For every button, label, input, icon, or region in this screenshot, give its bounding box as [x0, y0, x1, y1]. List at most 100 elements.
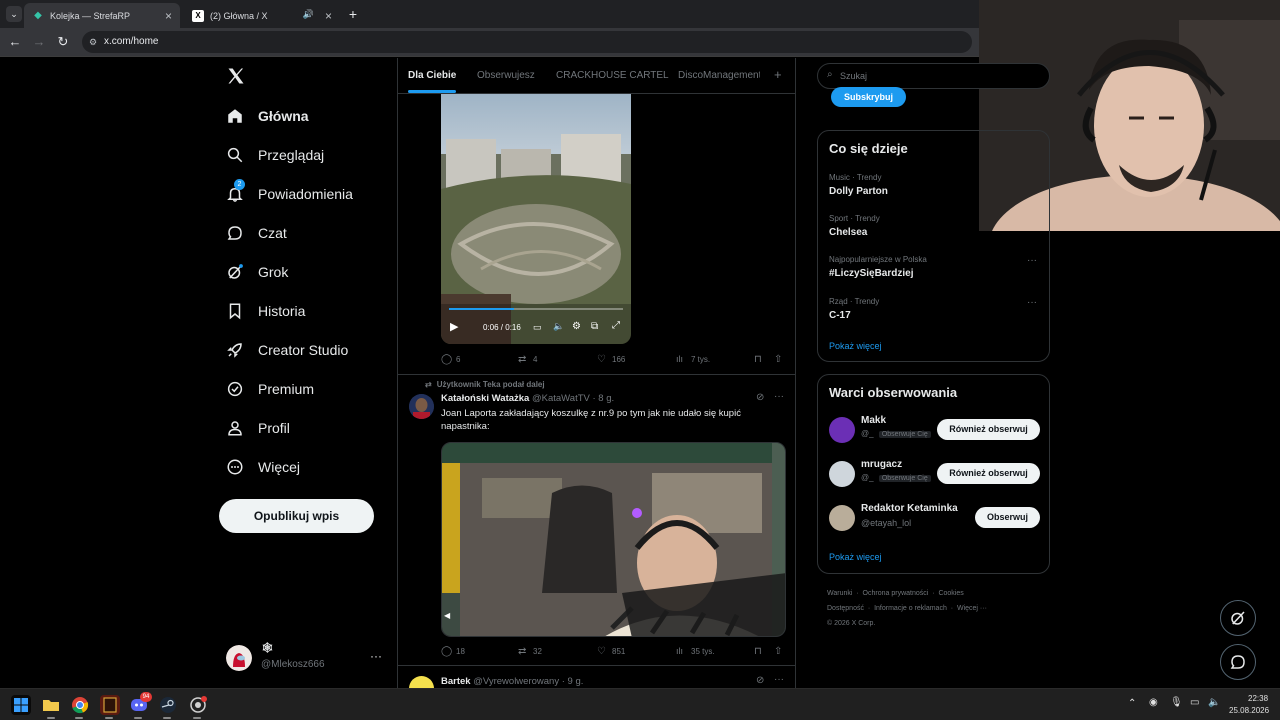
share-icon[interactable]: ⇧	[774, 646, 782, 657]
nav-item-chat[interactable]: Czat	[226, 218, 287, 248]
browser-tab-strefarp[interactable]: ◆ Kolejka — StrefaRP ×	[24, 3, 180, 28]
author-handle[interactable]: @KataWatTV	[532, 393, 590, 404]
follow-back-button[interactable]: Również obserwuj	[937, 463, 1040, 484]
messages-floating-button[interactable]	[1220, 644, 1256, 680]
video-play-indicator-icon[interactable]: ◀	[444, 611, 450, 620]
steam-icon[interactable]	[158, 695, 178, 715]
captions-icon[interactable]: ▭	[533, 322, 542, 333]
chrome-icon[interactable]	[70, 695, 90, 715]
nav-item-more[interactable]: Więcej	[226, 452, 300, 482]
views-icon[interactable]: ılı	[676, 354, 683, 364]
post-time[interactable]: · 8 g.	[593, 393, 615, 404]
post-button[interactable]: Opublikuj wpis	[219, 499, 374, 533]
nav-item-home[interactable]: Główna	[226, 101, 309, 131]
nav-item-explore[interactable]: Przeglądaj	[226, 140, 324, 170]
nav-item-profile[interactable]: Profil	[226, 413, 290, 443]
settings-gear-icon[interactable]: ⚙	[572, 321, 581, 332]
show-hidden-icons-chevron-icon[interactable]: ⌃	[1128, 698, 1136, 709]
author-handle[interactable]: @Vyrewolwerowany	[473, 676, 559, 687]
reply-icon[interactable]: ◯	[441, 354, 452, 365]
new-tab-button[interactable]: +	[345, 6, 361, 22]
post-more-icon[interactable]: ···	[774, 674, 784, 685]
app-icon[interactable]	[188, 695, 208, 715]
clock-date[interactable]: 25.08.2026	[1229, 706, 1269, 715]
post-video[interactable]: ◀	[441, 442, 786, 637]
network-icon[interactable]: ▭	[1190, 697, 1199, 708]
add-tab-icon[interactable]: +	[774, 67, 782, 82]
pip-icon[interactable]: ⧉	[591, 321, 598, 332]
account-switcher[interactable]: 🕸 @Mlekosz666 ···	[226, 643, 396, 673]
trend-item[interactable]: Najpopularniejsze w Polska #LiczySięBard…	[829, 255, 927, 279]
footer-link-privacy[interactable]: Ochrona prywatności	[863, 590, 929, 597]
like-icon[interactable]: ♡	[597, 354, 606, 365]
discord-icon[interactable]: 94	[129, 692, 152, 715]
file-explorer-icon[interactable]	[41, 695, 61, 715]
tab-discomanagement[interactable]: DiscoManagement	[678, 70, 760, 81]
discord-tray-icon[interactable]: ◉	[1149, 697, 1158, 708]
follow-back-button[interactable]: Również obserwuj	[937, 419, 1040, 440]
volume-icon[interactable]: 🔈	[553, 321, 564, 332]
tab-for-you[interactable]: Dla Ciebie	[408, 70, 456, 81]
video-progress-track[interactable]	[449, 308, 623, 310]
suggestion-item[interactable]: Makk @_ Obserwuje Cię Również obserwuj	[829, 415, 1040, 443]
trend-more-icon[interactable]: ···	[1027, 297, 1037, 308]
author-name[interactable]: Katałoński Watażka	[441, 393, 529, 404]
post-time[interactable]: · 9 g.	[562, 676, 584, 687]
reply-icon[interactable]: ◯	[441, 646, 452, 657]
footer-link-terms[interactable]: Warunki	[827, 590, 852, 597]
grok-floating-button[interactable]	[1220, 600, 1256, 636]
nav-item-bookmarks[interactable]: Historia	[226, 296, 305, 326]
bookmark-icon[interactable]: ⊓	[754, 354, 762, 365]
volume-icon[interactable]: 🔈	[1208, 697, 1220, 708]
like-icon[interactable]: ♡	[597, 646, 606, 657]
show-more-follow-link[interactable]: Pokaż więcej	[829, 552, 882, 562]
author-avatar[interactable]	[409, 394, 434, 419]
account-more-icon[interactable]: ···	[370, 649, 382, 663]
views-icon[interactable]: ılı	[676, 646, 683, 656]
footer-link-accessibility[interactable]: Dostępność	[827, 605, 864, 612]
suggestion-item[interactable]: Redaktor Ketaminka @etayah_lol Obserwuj	[829, 503, 1040, 531]
author-name[interactable]: Bartek	[441, 676, 471, 687]
trend-item[interactable]: Music · Trendy Dolly Parton	[829, 173, 888, 197]
site-info-icon[interactable]: ⚙	[89, 31, 97, 53]
tab-list-chevron-icon[interactable]: ⌄	[6, 6, 22, 22]
repost-icon[interactable]: ⇄	[518, 354, 526, 365]
tab-crackhouse-cartel[interactable]: CRACKHOUSE CARTEL	[556, 70, 669, 81]
close-tab-icon[interactable]: ×	[325, 9, 332, 23]
nav-item-notifications[interactable]: 2 Powiadomienia	[226, 179, 353, 209]
share-icon[interactable]: ⇧	[774, 354, 782, 365]
start-windows-icon[interactable]	[11, 695, 31, 715]
forward-arrow-icon[interactable]: →	[31, 34, 47, 50]
video-player[interactable]: ▶ 0:06 / 0:16 ▭ 🔈 ⚙ ⧉ ⤢	[441, 94, 631, 344]
trend-more-icon[interactable]: ···	[1027, 255, 1037, 266]
search-input[interactable]: ⌕ Szukaj	[817, 63, 1050, 89]
audio-playing-icon[interactable]: 🔊	[303, 9, 314, 20]
nav-item-grok[interactable]: Grok	[226, 257, 288, 287]
footer-link-ads-info[interactable]: Informacje o reklamach	[874, 605, 947, 612]
show-more-trends-link[interactable]: Pokaż więcej	[829, 341, 882, 351]
suggestion-item[interactable]: mrugacz @_ Obserwuje Cię Również obserwu…	[829, 459, 1040, 487]
grok-analyze-icon[interactable]: ⊘	[756, 392, 764, 403]
post-card[interactable]: Bartek @Vyrewolwerowany · 9 g. ⊘ ···	[398, 666, 795, 688]
reload-icon[interactable]: ↻	[55, 34, 71, 50]
play-icon[interactable]: ▶	[450, 320, 458, 333]
trend-item[interactable]: Rząd · Trendy C-17	[829, 297, 879, 321]
game-launcher-icon[interactable]	[100, 695, 120, 715]
footer-link-cookies[interactable]: Cookies	[938, 590, 963, 597]
back-arrow-icon[interactable]: ←	[7, 34, 23, 50]
post-card[interactable]: ⇄ Użytkownik Teka podał dalej Katałoński …	[398, 375, 795, 665]
nav-item-premium[interactable]: Premium	[226, 374, 314, 404]
footer-link-more[interactable]: Więcej ···	[957, 605, 987, 612]
tab-following[interactable]: Obserwujesz	[477, 70, 535, 81]
repost-icon[interactable]: ⇄	[518, 646, 526, 657]
post-more-icon[interactable]: ···	[774, 391, 784, 402]
grok-analyze-icon[interactable]: ⊘	[756, 675, 764, 686]
trend-item[interactable]: Sport · Trendy Chelsea	[829, 214, 880, 238]
follow-button[interactable]: Obserwuj	[975, 507, 1040, 528]
subscribe-button[interactable]: Subskrybuj	[831, 87, 906, 107]
address-bar[interactable]: ⚙ x.com/home	[82, 31, 972, 53]
fullscreen-icon[interactable]: ⤢	[612, 320, 620, 331]
clock-time[interactable]: 22:38	[1248, 694, 1268, 703]
browser-tab-x[interactable]: X (2) Główna / X 🔊 ×	[184, 3, 340, 28]
microphone-icon[interactable]: 🎙	[1170, 697, 1183, 708]
